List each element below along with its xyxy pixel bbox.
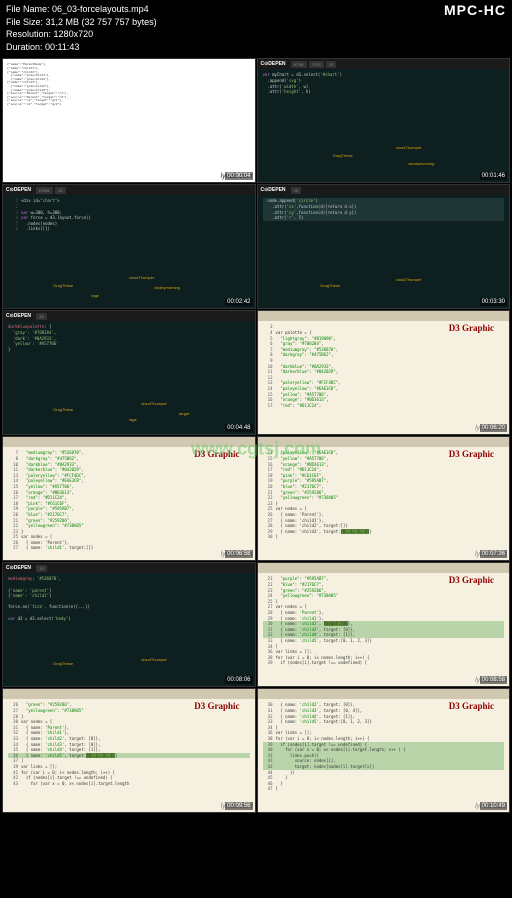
thumb-11[interactable]: D3 Graphic 26 "green": "#259286", 27 "ye…: [2, 688, 256, 813]
filename: 06_03-forcelayouts.mp4: [52, 4, 149, 14]
thumb-2[interactable]: C⊙DEPEN HTML CSS JS var myChart = d3.sel…: [257, 58, 511, 183]
thumb-1[interactable]: {"name":"ParentNode"},{"name":"child1"},…: [2, 58, 256, 183]
filesize: 31,2 MB (32 757 757 bytes): [46, 17, 157, 27]
file-info-header: File Name: 06_03-forcelayouts.mp4 File S…: [0, 0, 512, 56]
thumb-7[interactable]: D3 Graphic 7 "mediumgray": "#536870", 8 …: [2, 436, 256, 561]
timestamp: 00:00:04: [225, 172, 252, 180]
thumb-6[interactable]: D3 Graphic 3 4var palette = { 5 "lightgr…: [257, 310, 511, 435]
player-brand: MPC-HC: [444, 2, 506, 18]
tree-output: {"name":"ParentNode"},{"name":"child1"},…: [3, 59, 255, 110]
codepen-logo: C⊙DEPEN: [261, 61, 286, 67]
timestamp: 00:01:46: [480, 172, 507, 180]
codepen-topbar: C⊙DEPEN HTML CSS JS: [258, 59, 510, 69]
code-editor[interactable]: var myChart = d3.select('#chart') .appen…: [258, 69, 510, 97]
thumb-5[interactable]: C⊙DEPENJS darkbluepalette: { 'gray': '#7…: [2, 310, 256, 435]
thumb-3[interactable]: C⊙DEPENHTMLJS 1<div id="chart"> 2 3var w…: [2, 184, 256, 309]
thumb-8[interactable]: D3 Graphic 14 "paleyellow": "#EAE3CB", 1…: [257, 436, 511, 561]
resolution: 1280x720: [54, 29, 94, 39]
thumb-9[interactable]: C⊙DEPENJS mediumgray: '#536870', {'name'…: [2, 562, 256, 687]
force-graph: DragThese cloudThumper clearlymorning: [258, 137, 510, 177]
thumb-12[interactable]: D3 Graphic 30 { name: 'child2', target: …: [257, 688, 511, 813]
duration: 00:11:43: [45, 42, 79, 52]
thumb-10[interactable]: D3 Graphic 21 "purple": "#595AB7", 22 "b…: [257, 562, 511, 687]
thumb-4[interactable]: C⊙DEPENJS node.append('circle') .attr('c…: [257, 184, 511, 309]
thumbnail-grid: {"name":"ParentNode"},{"name":"child1"},…: [0, 56, 512, 815]
